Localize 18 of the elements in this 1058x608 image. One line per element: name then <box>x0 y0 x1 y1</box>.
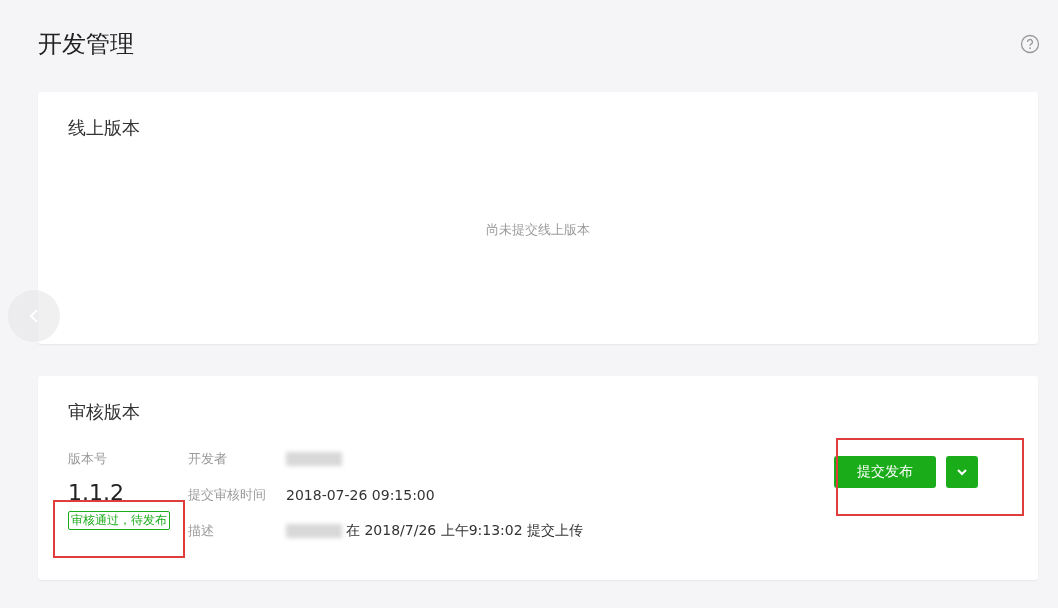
page-title: 开发管理 <box>38 29 134 60</box>
empty-message: 尚未提交线上版本 <box>486 221 590 239</box>
card-title: 线上版本 <box>68 116 141 140</box>
field-value: 2018-07-26 09:15:00 <box>286 487 436 503</box>
status-tag: 审核通过，待发布 <box>68 511 170 530</box>
submit-release-button[interactable]: 提交发布 <box>834 456 936 488</box>
dropdown-button[interactable] <box>946 456 978 488</box>
field-label: 开发者 <box>188 450 228 468</box>
redacted-mark <box>286 452 342 466</box>
chevron-down-icon <box>956 468 968 476</box>
field-label: 描述 <box>188 522 215 540</box>
field-label: 提交审核时间 <box>188 486 267 504</box>
version-number: 1.1.2 <box>68 480 125 505</box>
version-label: 版本号 <box>68 450 108 468</box>
redacted-mark <box>286 524 342 538</box>
field-value: 在 2018/7/26 上午9:13:02 提交上传 <box>346 522 584 540</box>
help-icon[interactable] <box>1020 34 1040 54</box>
card-title: 审核版本 <box>68 400 141 424</box>
